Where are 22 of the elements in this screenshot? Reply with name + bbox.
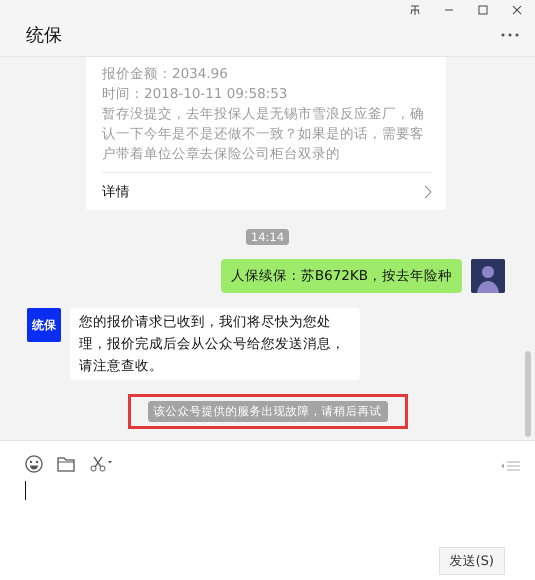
avatar-icon[interactable] [471, 259, 505, 293]
text-cursor [25, 481, 26, 500]
system-notice: 该公众号提供的服务出现故障，请稍后再试 [148, 401, 388, 422]
timestamp: 14:14 [246, 229, 290, 245]
scrollbar[interactable] [525, 351, 531, 437]
pin-icon[interactable] [409, 4, 421, 16]
details-link[interactable]: 详情 [102, 173, 432, 210]
window-title: 统保 [26, 24, 62, 47]
card-text: 暂存没提交，去年投保人是无锡市雪浪反应釜厂，确认一下今年是不是还做不一致？如果是的话，需要客户带着单位公章去保险公司柜台双录的 [102, 105, 425, 164]
emoji-icon[interactable] [25, 455, 43, 473]
logo[interactable]: 统保 [27, 308, 61, 342]
message-bubble: 人保续保：苏B672KB，按去年险种 [220, 259, 462, 293]
message-bubble: 您的报价请求已收到，我们将尽快为您处理，报价完成后会从公众号给您发送消息，请注意查收。 [70, 308, 360, 380]
chevron-icon [424, 184, 432, 198]
folder-icon[interactable] [57, 456, 75, 472]
card-text: 时间：2018-10-11 09:58:53 [102, 85, 288, 104]
card-text: 报价金额：2034.96 [102, 65, 229, 84]
send-button[interactable]: 发送(S) [438, 547, 505, 575]
maximize-icon[interactable] [477, 4, 489, 16]
scissors-icon[interactable] [89, 456, 113, 472]
close-icon[interactable] [511, 4, 523, 16]
more-icon[interactable] [501, 32, 519, 38]
